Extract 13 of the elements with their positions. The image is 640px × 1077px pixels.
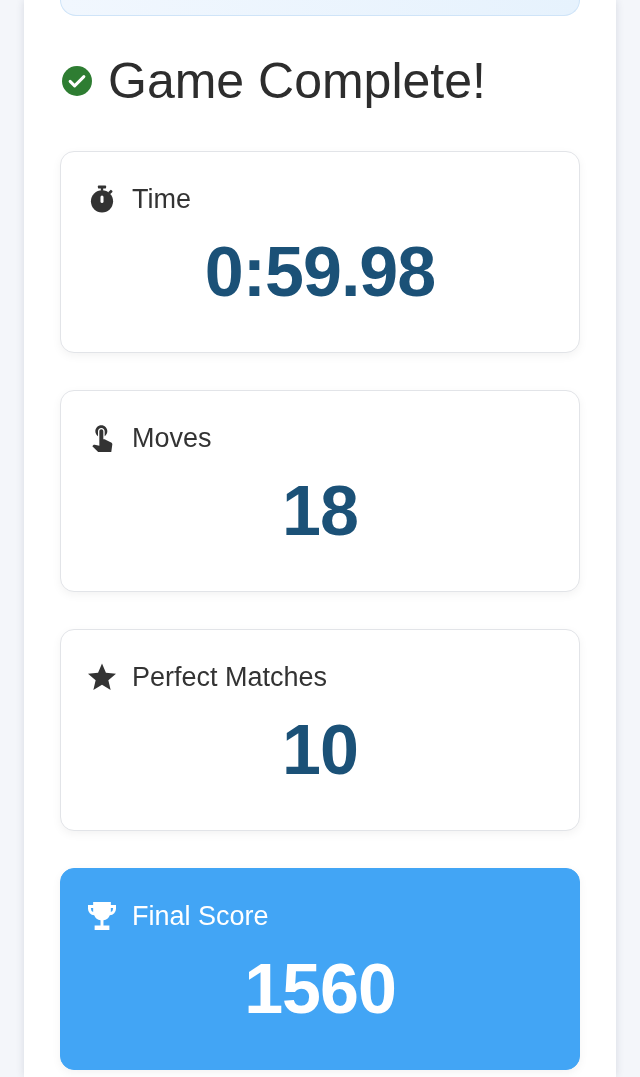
- heading-title: Game Complete!: [108, 52, 486, 111]
- stat-value: 1560: [244, 949, 396, 1030]
- star-icon: [88, 663, 116, 691]
- stat-label: Moves: [132, 422, 212, 455]
- check-circle-icon: [62, 66, 92, 96]
- stat-label: Time: [132, 183, 191, 216]
- stat-value: 10: [282, 710, 358, 791]
- stat-value: 0:59.98: [204, 232, 436, 313]
- stat-label: Final Score: [132, 900, 269, 933]
- stat-label: Perfect Matches: [132, 661, 328, 694]
- stat-value: 18: [282, 471, 358, 552]
- stopwatch-icon: [88, 185, 116, 213]
- trophy-icon: [88, 902, 116, 930]
